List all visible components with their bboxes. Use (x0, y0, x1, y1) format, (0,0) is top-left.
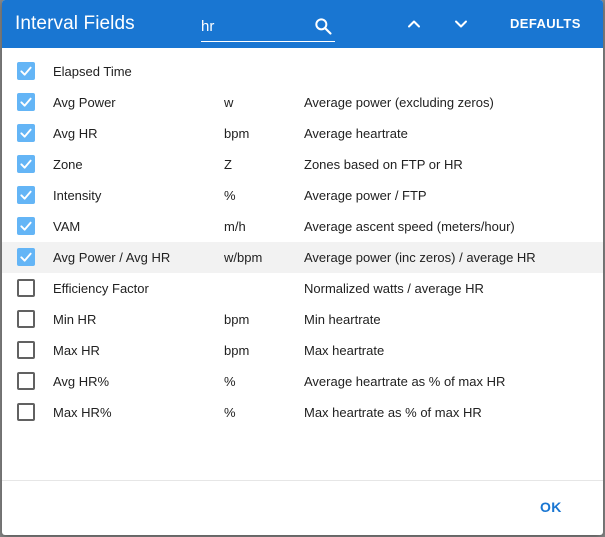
field-row[interactable]: Avg Power w Average power (excluding zeros… (2, 87, 603, 118)
previous-match-button[interactable] (404, 14, 424, 34)
field-list: Elapsed Time Avg Power w Average power (exc… (2, 56, 603, 428)
checkbox-unchecked[interactable] (17, 372, 35, 390)
checkbox-checked[interactable] (17, 93, 35, 111)
field-row[interactable]: Zone Z Zones based on FTP or HR (2, 149, 603, 180)
defaults-button[interactable]: DEFAULTS (510, 16, 581, 31)
field-description: Max heartrate (304, 343, 385, 358)
field-name: Min HR (53, 312, 97, 327)
field-name: Elapsed Time (53, 64, 132, 79)
ok-button[interactable]: OK (540, 499, 562, 515)
checkbox-unchecked[interactable] (17, 279, 35, 297)
field-unit: Z (224, 157, 232, 172)
checkbox-unchecked[interactable] (17, 403, 35, 421)
checkbox-checked[interactable] (17, 155, 35, 173)
field-name: VAM (53, 219, 81, 234)
field-description: Average power (excluding zeros) (304, 95, 494, 110)
chevron-up-icon (408, 20, 420, 28)
checkbox-checked[interactable] (17, 124, 35, 142)
field-description: Min heartrate (304, 312, 381, 327)
field-name: Avg Power (53, 95, 116, 110)
field-row[interactable]: Avg HR%% Average heartrate as % of max HR (2, 366, 603, 397)
search-input[interactable] (201, 14, 301, 38)
field-row[interactable]: Avg HR bpm Average heartrate (2, 118, 603, 149)
field-unit: w/bpm (224, 250, 263, 265)
field-row[interactable]: Min HR bpm Min heartrate (2, 304, 603, 335)
field-description: Normalized watts / average HR (304, 281, 484, 296)
field-row[interactable]: Intensity% Average power / FTP (2, 180, 603, 211)
dialog-title: Interval Fields (15, 13, 135, 34)
field-unit: w (224, 95, 234, 110)
field-name: Efficiency Factor (53, 281, 149, 296)
field-description: Average power / FTP (304, 188, 427, 203)
field-unit: bpm (224, 126, 250, 141)
field-name: Max HR% (53, 405, 112, 420)
checkbox-checked[interactable] (17, 217, 35, 235)
chevron-down-icon (455, 20, 467, 28)
field-name: Avg Power / Avg HR (53, 250, 171, 265)
field-name: Avg HR (53, 126, 98, 141)
field-unit: bpm (224, 312, 250, 327)
field-unit: % (224, 188, 236, 203)
checkbox-checked[interactable] (17, 186, 35, 204)
field-row[interactable]: Max HR bpm Max heartrate (2, 335, 603, 366)
checkbox-unchecked[interactable] (17, 310, 35, 328)
field-unit: % (224, 405, 236, 420)
field-row[interactable]: Max HR%% Max heartrate as % of max HR (2, 397, 603, 428)
field-row[interactable]: Avg Power / Avg HR w/bpm Average power (in… (2, 242, 603, 273)
field-name: Intensity (53, 188, 102, 203)
search-icon[interactable] (313, 16, 333, 36)
field-unit: % (224, 374, 236, 389)
field-name: Zone (53, 157, 83, 172)
search-box (201, 14, 335, 42)
field-description: Max heartrate as % of max HR (304, 405, 482, 420)
field-description: Zones based on FTP or HR (304, 157, 463, 172)
interval-fields-dialog: Interval Fields DEFAULTS Elapsed Time Avg… (2, 0, 603, 535)
field-unit: bpm (224, 343, 250, 358)
field-name: Max HR (53, 343, 100, 358)
field-description: Average power (inc zeros) / average HR (304, 250, 536, 265)
field-unit: m/h (224, 219, 246, 234)
next-match-button[interactable] (451, 14, 471, 34)
checkbox-checked[interactable] (17, 248, 35, 266)
checkbox-checked[interactable] (17, 62, 35, 80)
field-name: Avg HR% (53, 374, 110, 389)
field-row[interactable]: VAM m/h Average ascent speed (meters/hour) (2, 211, 603, 242)
field-description: Average ascent speed (meters/hour) (304, 219, 515, 234)
field-row[interactable]: Elapsed Time (2, 56, 603, 87)
checkbox-unchecked[interactable] (17, 341, 35, 359)
field-row[interactable]: Efficiency Factor Normalized watts / aver… (2, 273, 603, 304)
field-description: Average heartrate as % of max HR (304, 374, 506, 389)
footer-divider (2, 480, 603, 481)
dialog-header: Interval Fields DEFAULTS (2, 0, 603, 48)
field-description: Average heartrate (304, 126, 408, 141)
